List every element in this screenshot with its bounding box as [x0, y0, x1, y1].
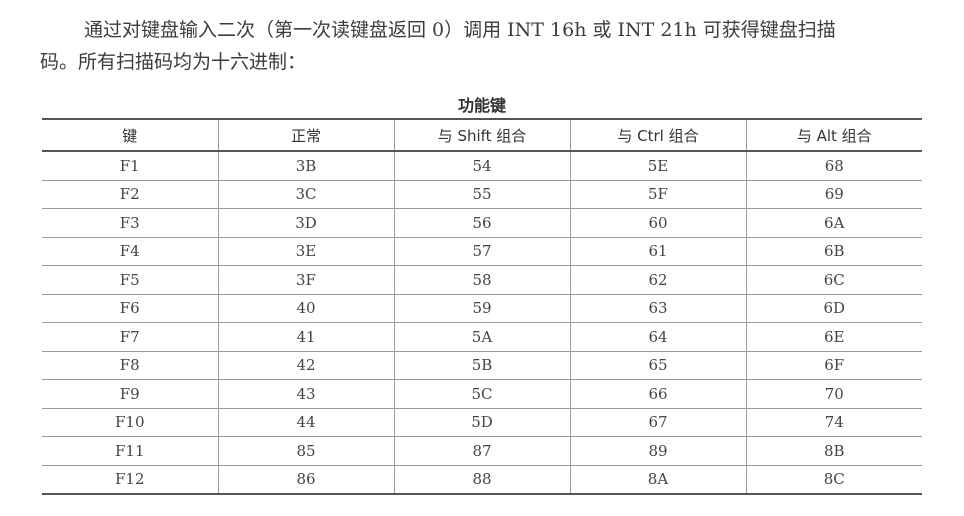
cell-alt: 6E	[745, 322, 922, 352]
cell-shift: 56	[393, 208, 570, 238]
cell-ctrl: 62	[569, 265, 746, 295]
cell-normal: 42	[217, 351, 394, 380]
cell-alt: 70	[745, 379, 922, 409]
intro-line-2: 码。所有扫描码均为十六进制：	[40, 51, 307, 73]
cell-ctrl: 66	[569, 379, 746, 409]
header-normal: 正常	[217, 118, 394, 152]
function-key-table: 键 正常 与 Shift 组合 与 Ctrl 组合 与 Alt 组合 F1 3B 5…	[42, 118, 922, 495]
table-row: F10 44 5D 67 74	[42, 408, 922, 437]
cell-normal: 44	[217, 408, 394, 437]
cell-ctrl: 63	[569, 294, 746, 323]
cell-key: F12	[42, 465, 218, 495]
cell-alt: 8B	[745, 436, 922, 466]
cell-ctrl: 67	[569, 408, 746, 437]
cell-alt: 6B	[745, 237, 922, 266]
table-header-row: 键 正常 与 Shift 组合 与 Ctrl 组合 与 Alt 组合	[42, 118, 922, 152]
cell-normal: 3F	[217, 265, 394, 295]
cell-shift: 58	[393, 265, 570, 295]
cell-ctrl: 89	[569, 436, 746, 466]
table-row: F8 42 5B 65 6F	[42, 351, 922, 380]
header-key: 键	[42, 118, 218, 152]
table-title: 功能键	[457, 96, 506, 115]
cell-shift: 54	[393, 151, 570, 181]
header-ctrl: 与 Ctrl 组合	[569, 118, 746, 152]
cell-shift: 88	[393, 465, 570, 495]
cell-normal: 3E	[217, 237, 394, 266]
cell-key: F2	[42, 180, 218, 209]
cell-ctrl: 65	[569, 351, 746, 380]
cell-normal: 41	[217, 322, 394, 352]
cell-key: F3	[42, 208, 218, 238]
cell-shift: 5A	[393, 322, 570, 352]
table-row: F4 3E 57 61 6B	[42, 237, 922, 266]
table-row: F9 43 5C 66 70	[42, 379, 922, 409]
cell-shift: 55	[393, 180, 570, 209]
cell-key: F9	[42, 379, 218, 409]
header-shift: 与 Shift 组合	[393, 118, 570, 152]
cell-ctrl: 64	[569, 322, 746, 352]
table-row: F3 3D 56 60 6A	[42, 208, 922, 238]
cell-shift: 5C	[393, 379, 570, 409]
table-row: F7 41 5A 64 6E	[42, 322, 922, 352]
cell-key: F7	[42, 322, 218, 352]
cell-ctrl: 5E	[569, 151, 746, 181]
table-body: F1 3B 54 5E 68 F2 3C 55 5F 69 F3 3D 56 60 6A F4 3E 57 61 6B…	[42, 151, 922, 495]
cell-alt: 69	[745, 180, 922, 209]
cell-key: F5	[42, 265, 218, 295]
cell-ctrl: 5F	[569, 180, 746, 209]
cell-normal: 3C	[217, 180, 394, 209]
cell-alt: 68	[745, 151, 922, 181]
cell-normal: 40	[217, 294, 394, 323]
cell-shift: 59	[393, 294, 570, 323]
cell-alt: 8C	[745, 465, 922, 495]
table-row: F11 85 87 89 8B	[42, 436, 922, 466]
cell-alt: 6F	[745, 351, 922, 380]
table-row: F1 3B 54 5E 68	[42, 151, 922, 181]
cell-ctrl: 8A	[569, 465, 746, 495]
table-row: F5 3F 58 62 6C	[42, 265, 922, 295]
header-alt: 与 Alt 组合	[745, 118, 922, 152]
intro-paragraph: 通过对键盘输入二次（第一次读键盘返回 0）调用 INT 16h 或 INT 21…	[40, 14, 940, 78]
cell-key: F6	[42, 294, 218, 323]
cell-ctrl: 61	[569, 237, 746, 266]
cell-alt: 6A	[745, 208, 922, 238]
table-row: F6 40 59 63 6D	[42, 294, 922, 323]
cell-normal: 3B	[217, 151, 394, 181]
table-row: F12 86 88 8A 8C	[42, 465, 922, 495]
cell-key: F10	[42, 408, 218, 437]
cell-normal: 43	[217, 379, 394, 409]
cell-ctrl: 60	[569, 208, 746, 238]
table-row: F2 3C 55 5F 69	[42, 180, 922, 209]
intro-line-1: 通过对键盘输入二次（第一次读键盘返回 0）调用 INT 16h 或 INT 21…	[84, 19, 836, 41]
cell-shift: 5B	[393, 351, 570, 380]
cell-normal: 86	[217, 465, 394, 495]
cell-normal: 3D	[217, 208, 394, 238]
cell-key: F11	[42, 436, 218, 466]
cell-shift: 87	[393, 436, 570, 466]
cell-alt: 74	[745, 408, 922, 437]
cell-key: F1	[42, 151, 218, 181]
cell-normal: 85	[217, 436, 394, 466]
cell-alt: 6C	[745, 265, 922, 295]
cell-shift: 57	[393, 237, 570, 266]
cell-key: F8	[42, 351, 218, 380]
cell-key: F4	[42, 237, 218, 266]
cell-alt: 6D	[745, 294, 922, 323]
cell-shift: 5D	[393, 408, 570, 437]
